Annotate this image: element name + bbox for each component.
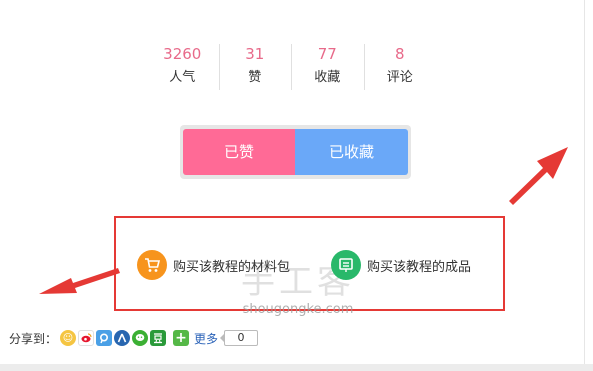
buy-materials-link[interactable]: 购买该教程的材料包	[137, 250, 290, 280]
tencent-weibo-icon[interactable]	[96, 330, 113, 346]
bottom-divider	[0, 364, 593, 371]
wechat-icon[interactable]	[132, 330, 149, 346]
shopping-cart-icon	[137, 250, 167, 280]
weibo-icon[interactable]	[78, 330, 95, 346]
qzone-icon[interactable]: ☺	[60, 330, 77, 346]
buy-materials-label: 购买该教程的材料包	[173, 259, 291, 275]
store-icon	[331, 250, 361, 280]
annotation-arrows	[39, 147, 568, 294]
annotation-arrow-right	[509, 147, 568, 205]
share-label: 分享到：	[9, 331, 58, 346]
share-count: 0	[220, 330, 259, 346]
renren-icon[interactable]	[114, 330, 131, 346]
buy-product-label: 购买该教程的成品	[367, 259, 472, 275]
annotation-arrow-left	[39, 268, 120, 294]
share-more-link[interactable]: 更多	[194, 330, 218, 347]
share-bar: 分享到： ☺ + 更多 0	[9, 329, 259, 347]
plus-icon[interactable]: +	[173, 330, 190, 346]
buy-product-link[interactable]: 购买该教程的成品	[331, 250, 471, 280]
douban-icon[interactable]	[150, 330, 167, 346]
